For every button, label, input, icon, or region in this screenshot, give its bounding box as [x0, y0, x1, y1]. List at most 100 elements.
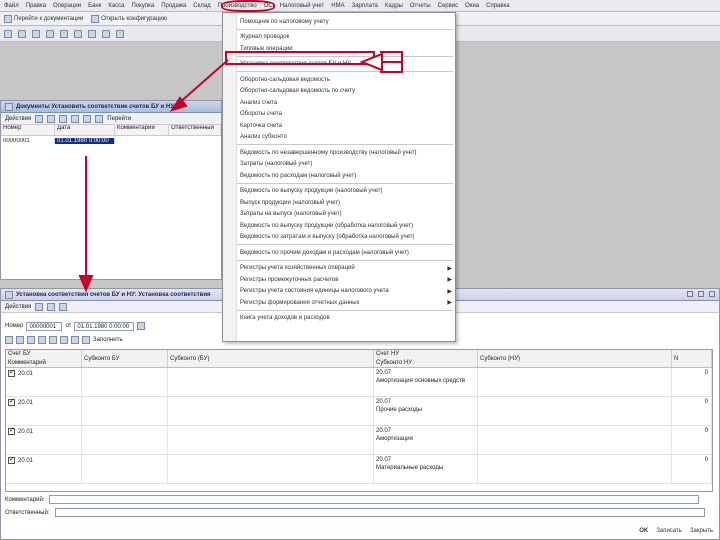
menu-option[interactable]: Затраты на выпуск (налоговый учет)	[223, 209, 457, 220]
copy-row-icon[interactable]	[47, 114, 56, 123]
move-down-icon[interactable]	[60, 336, 68, 344]
menu-option[interactable]: Оборотно-сальдовая ведомость	[223, 74, 457, 85]
minimize-icon[interactable]	[687, 291, 693, 297]
sort-desc-icon[interactable]	[82, 336, 90, 344]
edit-row-icon[interactable]	[27, 336, 35, 344]
cut-icon[interactable]	[46, 29, 54, 38]
menu-option[interactable]: Затраты (налоговый учет)	[223, 159, 457, 170]
table-row[interactable]: 20.01 20.07 Прочие расходы 0	[6, 397, 712, 426]
fill-button[interactable]: Заполнить	[93, 337, 122, 343]
save-icon[interactable]	[32, 29, 40, 38]
open-icon[interactable]	[18, 29, 26, 38]
row-checkbox[interactable]	[8, 397, 15, 406]
col-number[interactable]: Номер	[1, 125, 55, 135]
menu-option[interactable]: Анализ субконто	[223, 132, 457, 143]
menu-option[interactable]: Книга учета доходов и расходов	[223, 313, 457, 324]
comment-field[interactable]	[49, 495, 700, 504]
edit-icon[interactable]	[59, 114, 68, 123]
menu-option[interactable]: Анализ счета	[223, 97, 457, 108]
menu-option[interactable]: Ведомость по выпуску продукции (обработк…	[223, 220, 457, 231]
ok-button[interactable]: OK	[639, 528, 648, 534]
calc-icon[interactable]	[102, 29, 110, 38]
copy-row-icon[interactable]	[16, 336, 24, 344]
menu-item[interactable]: Отчеты	[410, 3, 431, 9]
goto-button[interactable]: Перейти	[107, 116, 131, 122]
refresh-icon[interactable]	[59, 302, 68, 311]
close-icon[interactable]	[709, 291, 715, 297]
row-checkbox[interactable]	[8, 455, 15, 464]
sort-asc-icon[interactable]	[71, 336, 79, 344]
new-icon[interactable]	[4, 29, 12, 38]
add-row-icon[interactable]	[5, 336, 13, 344]
col-acc-bu[interactable]: Счет БУ Комментарий	[6, 350, 82, 367]
delete-row-icon[interactable]	[38, 336, 46, 344]
write-button[interactable]: Записать	[656, 528, 682, 534]
col-subconto-nu[interactable]: Субконто (НУ)	[478, 350, 672, 367]
copy-icon[interactable]	[60, 29, 68, 38]
form-actions-button[interactable]: Действия	[5, 304, 31, 310]
col-subconto-bu-2[interactable]: Субконто (БУ)	[168, 350, 374, 367]
menu-option[interactable]: Журнал проводок	[223, 32, 457, 43]
menu-item[interactable]: Сервис	[438, 3, 459, 9]
menu-option[interactable]: Карточка счета	[223, 120, 457, 131]
menu-item-tax-accounting[interactable]: Налоговый учет	[280, 3, 325, 9]
col-subconto-bu[interactable]: Субконто БУ	[82, 350, 168, 367]
menu-item[interactable]: Кадры	[385, 3, 403, 9]
menu-option[interactable]: Регистры формирования отчетных данных ▶	[223, 297, 457, 308]
menu-option[interactable]: Выпуск продукции (налоговый учет)	[223, 197, 457, 208]
post-doc-icon[interactable]	[35, 302, 44, 311]
menu-option[interactable]: Регистры учета хозяйственных операций ▶	[223, 263, 457, 274]
post-icon[interactable]	[83, 114, 92, 123]
menu-item[interactable]: Операции	[53, 3, 81, 9]
menu-item[interactable]: НМА	[331, 3, 344, 9]
calendar-icon[interactable]	[116, 29, 124, 38]
paste-icon[interactable]	[74, 29, 82, 38]
maximize-icon[interactable]	[698, 291, 704, 297]
row-checkbox[interactable]	[8, 368, 15, 377]
menu-item[interactable]: Покупка	[132, 3, 155, 9]
filter-icon[interactable]	[95, 114, 104, 123]
menu-item[interactable]: Окна	[465, 3, 479, 9]
menu-option[interactable]: Обороты счета	[223, 109, 457, 120]
menu-item[interactable]: Касса	[108, 3, 124, 9]
table-row[interactable]: 00000001 01.01.1980 0:00:00	[1, 136, 221, 146]
calendar-picker-icon[interactable]	[137, 322, 146, 330]
menu-option[interactable]: Регистры учета состояния единицы налогов…	[223, 286, 457, 297]
menu-option[interactable]: Регистры промежуточных расчетов ▶	[223, 274, 457, 285]
actions-button[interactable]: Действия	[5, 116, 31, 122]
col-n[interactable]: N	[672, 350, 712, 367]
col-responsible[interactable]: Ответственный	[169, 125, 221, 135]
menu-option[interactable]: Ведомость по расходам (налоговый учет)	[223, 170, 457, 181]
number-field[interactable]: 00000001	[26, 321, 63, 331]
move-up-icon[interactable]	[49, 336, 57, 344]
close-button[interactable]: Закрыть	[690, 528, 713, 534]
menu-option[interactable]: Ведомость по затратам и выпуску (обработ…	[223, 232, 457, 243]
date-field[interactable]: 01.01.1980 0:00:00	[74, 321, 135, 331]
menu-item[interactable]: Справка	[486, 3, 510, 9]
menu-option[interactable]: Помощник по налоговому учету	[223, 16, 457, 27]
save-doc-icon[interactable]	[47, 302, 56, 311]
table-row[interactable]: 20.01 20.07 Амортизация 0	[6, 426, 712, 455]
menu-item[interactable]: Зарплата	[352, 3, 378, 9]
table-row[interactable]: 20.01 20.07 Амортизация основных средств 0	[6, 368, 712, 397]
menu-option[interactable]: Ведомость по незавершенному производству…	[223, 147, 457, 158]
delete-icon[interactable]	[71, 114, 80, 123]
row-checkbox[interactable]	[8, 426, 15, 435]
responsible-field[interactable]	[54, 508, 705, 517]
col-comment[interactable]: Комментарий	[115, 125, 169, 135]
goto-docs-button[interactable]: Перейти к документации	[4, 14, 83, 23]
col-date[interactable]: Дата	[55, 125, 115, 135]
menu-item[interactable]: Продажа	[161, 3, 186, 9]
open-config-button[interactable]: Открыть конфигурацию	[91, 14, 167, 23]
menu-option[interactable]: Ведомость по прочим доходам и расходам (…	[223, 247, 457, 258]
menu-item[interactable]: Правка	[26, 3, 46, 9]
add-icon[interactable]	[35, 114, 44, 123]
menu-option[interactable]: Ведомость по выпуску продукции (налоговы…	[223, 186, 457, 197]
menu-option[interactable]: Оборотно-сальдовая ведомость по счету	[223, 86, 457, 97]
col-acc-nu[interactable]: Счет НУ Субконто НУ	[374, 350, 478, 367]
search-icon[interactable]	[88, 29, 96, 38]
menu-item[interactable]: Склад	[193, 3, 210, 9]
menu-item[interactable]: Файл	[4, 3, 19, 9]
table-row[interactable]: 20.01 20.07 Материальные расходы 0	[6, 455, 712, 484]
menu-item[interactable]: Банк	[88, 3, 101, 9]
